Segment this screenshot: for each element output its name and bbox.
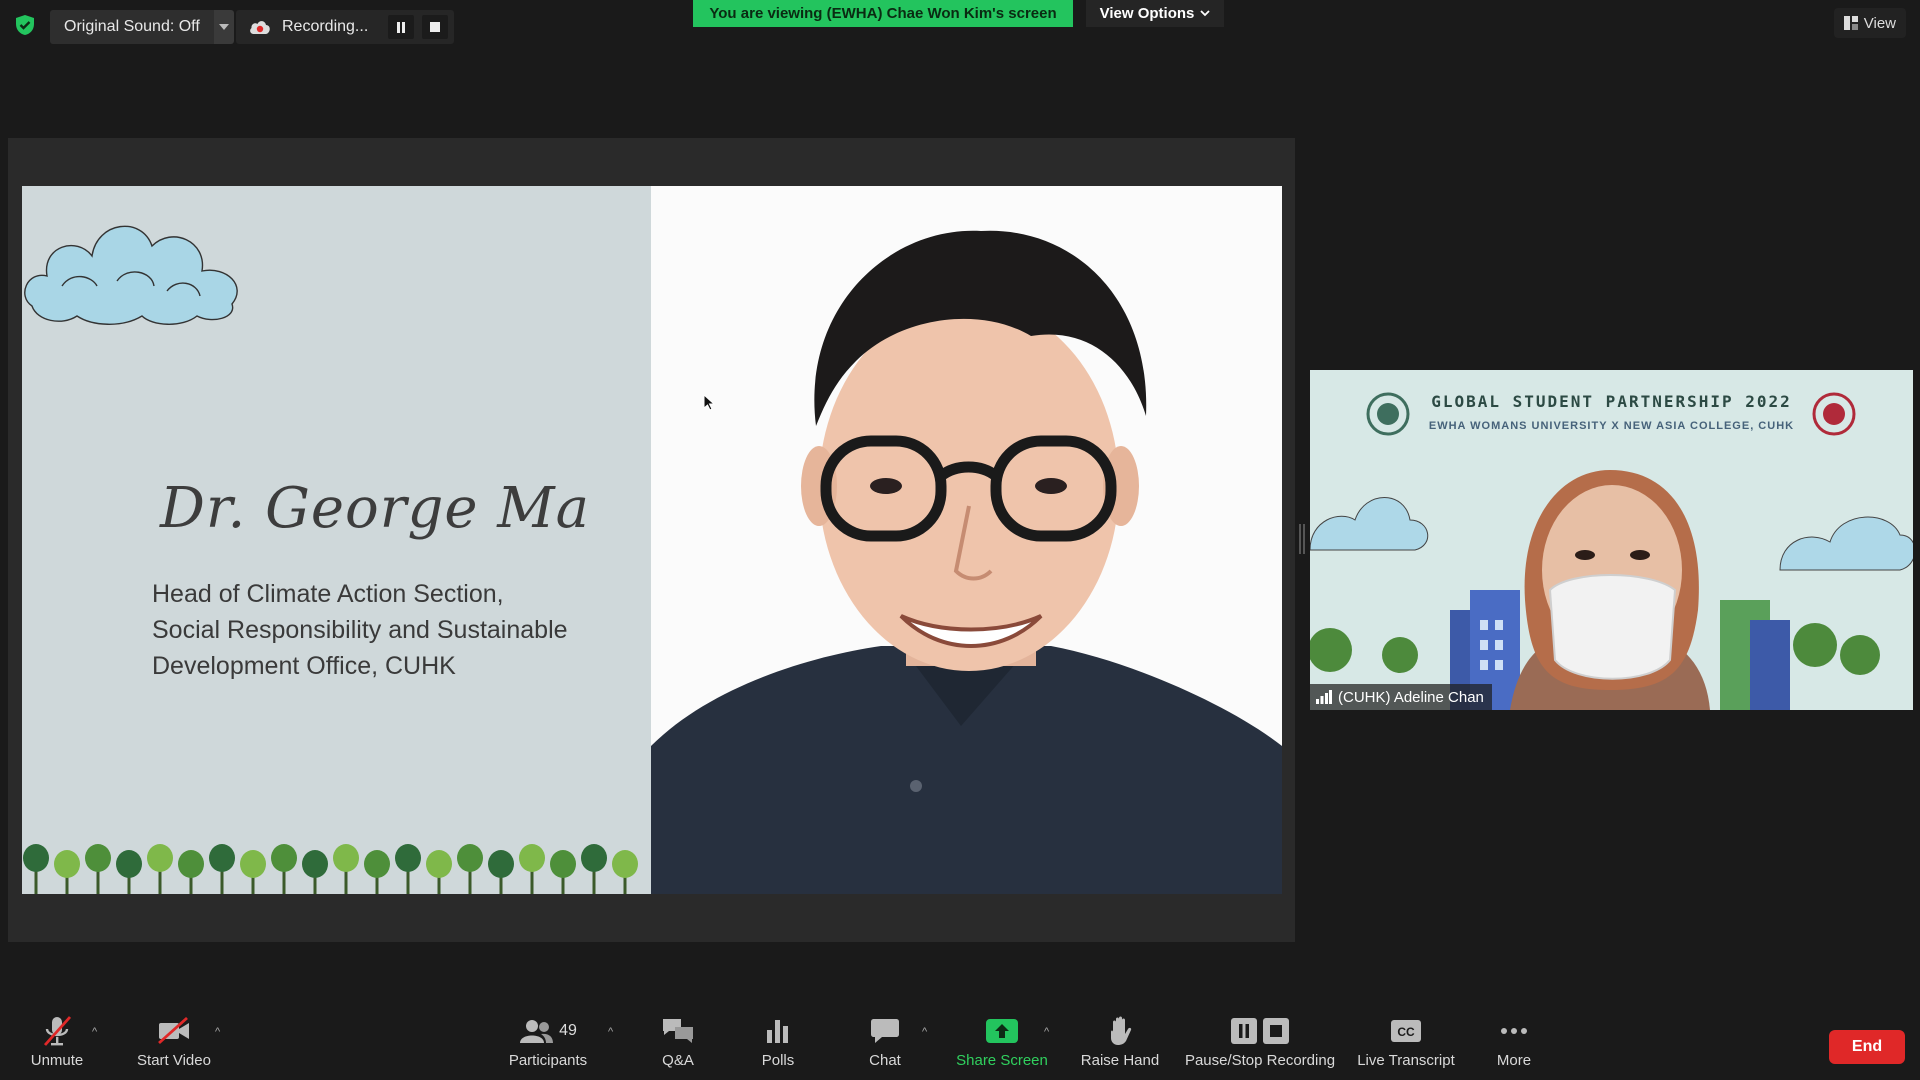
raise-hand-button[interactable]: Raise Hand bbox=[1078, 1014, 1162, 1076]
video-camera-off-icon bbox=[158, 1017, 189, 1045]
chat-options-caret[interactable]: ^ bbox=[922, 1026, 927, 1038]
pause-icon bbox=[397, 21, 405, 33]
chevron-down-icon bbox=[218, 24, 229, 30]
security-shield-icon[interactable] bbox=[14, 14, 36, 36]
audio-options-caret[interactable]: ^ bbox=[92, 1026, 97, 1038]
participant-video-tile[interactable]: GLOBAL STUDENT PARTNERSHIP 2022 EWHA WOM… bbox=[1310, 370, 1913, 710]
unmute-label: Unmute bbox=[30, 1052, 84, 1069]
grid-view-icon bbox=[1843, 16, 1858, 30]
chat-label: Chat bbox=[869, 1052, 901, 1069]
more-button[interactable]: More bbox=[1488, 1014, 1540, 1076]
stop-icon bbox=[430, 22, 440, 32]
live-transcript-label: Live Transcript bbox=[1357, 1052, 1455, 1069]
view-label: View bbox=[1863, 14, 1896, 32]
pause-stop-recording-button[interactable]: Pause/Stop Recording bbox=[1184, 1014, 1336, 1076]
more-label: More bbox=[1496, 1052, 1532, 1069]
speaker-title-line: Development Office, CUHK bbox=[152, 652, 456, 680]
unmute-button[interactable]: Unmute bbox=[22, 1014, 92, 1076]
view-options-label: View Options bbox=[1099, 5, 1195, 22]
partnership-title: GLOBAL STUDENT PARTNERSHIP 2022 bbox=[1431, 392, 1792, 411]
raise-hand-label: Raise Hand bbox=[1080, 1052, 1160, 1069]
original-sound-button[interactable]: Original Sound: Off bbox=[50, 10, 214, 44]
cloud-illustration bbox=[24, 225, 238, 325]
speaker-title-line: Social Responsibility and Sustainable bbox=[152, 616, 568, 644]
signal-strength-icon bbox=[1316, 690, 1332, 704]
microphone-muted-icon bbox=[43, 1016, 72, 1046]
polls-icon bbox=[767, 1020, 788, 1043]
participants-label: Participants bbox=[508, 1052, 588, 1069]
viewing-screen-banner: You are viewing (EWHA) Chae Won Kim's sc… bbox=[693, 0, 1073, 27]
stop-recording-button[interactable] bbox=[422, 15, 448, 39]
recording-label: Recording... bbox=[282, 18, 369, 35]
raise-hand-icon bbox=[1111, 1016, 1132, 1045]
shared-slide: Dr. George Ma Head of Climate Action Sec… bbox=[22, 186, 1282, 894]
share-screen-button[interactable]: Share Screen bbox=[956, 1014, 1048, 1076]
participants-count: 49 bbox=[559, 1022, 577, 1039]
speaker-portrait-image bbox=[651, 186, 1282, 894]
chat-icon bbox=[871, 1019, 899, 1043]
participant-name: (CUHK) Adeline Chan bbox=[1338, 688, 1484, 706]
start-video-button[interactable]: Start Video bbox=[130, 1014, 218, 1076]
cloud-recording-icon bbox=[250, 21, 270, 34]
stop-icon bbox=[1263, 1018, 1289, 1044]
qa-button[interactable]: Q&A bbox=[652, 1014, 704, 1076]
qa-label: Q&A bbox=[662, 1052, 694, 1069]
partnership-subtitle: EWHA WOMANS UNIVERSITY X NEW ASIA COLLEG… bbox=[1428, 420, 1795, 432]
svg-text:CC: CC bbox=[1397, 1025, 1415, 1039]
participants-button[interactable]: 49 Participants bbox=[500, 1014, 596, 1076]
original-sound-group: Original Sound: Off bbox=[50, 10, 234, 44]
more-dots-icon bbox=[1501, 1028, 1527, 1034]
polls-button[interactable]: Polls bbox=[752, 1014, 804, 1076]
chevron-down-icon bbox=[1200, 10, 1211, 17]
split-resize-handle[interactable] bbox=[1299, 524, 1305, 554]
closed-caption-icon: CC bbox=[1391, 1020, 1421, 1042]
end-meeting-button[interactable]: End bbox=[1829, 1030, 1905, 1064]
mouse-cursor-icon bbox=[704, 395, 716, 411]
participants-options-caret[interactable]: ^ bbox=[608, 1026, 613, 1038]
share-screen-icon bbox=[986, 1019, 1018, 1043]
view-options-button[interactable]: View Options bbox=[1086, 0, 1224, 27]
top-bar: Original Sound: Off Recording... You are… bbox=[0, 0, 1920, 50]
slide-text-panel: Dr. George Ma Head of Climate Action Sec… bbox=[22, 186, 651, 894]
start-video-label: Start Video bbox=[137, 1052, 211, 1069]
live-transcript-button[interactable]: CC Live Transcript bbox=[1354, 1014, 1458, 1076]
recording-indicator: Recording... bbox=[236, 10, 454, 44]
qa-icon bbox=[663, 1019, 693, 1043]
participants-icon bbox=[520, 1020, 554, 1043]
speaker-name: Dr. George Ma bbox=[160, 476, 590, 541]
share-options-caret[interactable]: ^ bbox=[1044, 1026, 1049, 1038]
speaker-title: Head of Climate Action Section, Social R… bbox=[152, 576, 622, 684]
trees-illustration bbox=[23, 844, 638, 894]
meeting-toolbar: Unmute ^ Start Video ^ 49 Participants ^ bbox=[0, 1010, 1920, 1080]
original-sound-dropdown[interactable] bbox=[213, 10, 234, 44]
pause-stop-recording-label: Pause/Stop Recording bbox=[1184, 1052, 1336, 1069]
pause-recording-button[interactable] bbox=[388, 15, 414, 39]
view-button[interactable]: View bbox=[1833, 8, 1906, 38]
polls-label: Polls bbox=[761, 1052, 795, 1069]
speaker-photo bbox=[651, 186, 1282, 894]
participant-name-label: (CUHK) Adeline Chan bbox=[1310, 684, 1492, 710]
chat-button[interactable]: Chat bbox=[859, 1014, 911, 1076]
video-options-caret[interactable]: ^ bbox=[215, 1026, 220, 1038]
pause-icon bbox=[1231, 1018, 1257, 1044]
share-screen-label: Share Screen bbox=[956, 1052, 1048, 1069]
speaker-title-line: Head of Climate Action Section, bbox=[152, 580, 504, 608]
